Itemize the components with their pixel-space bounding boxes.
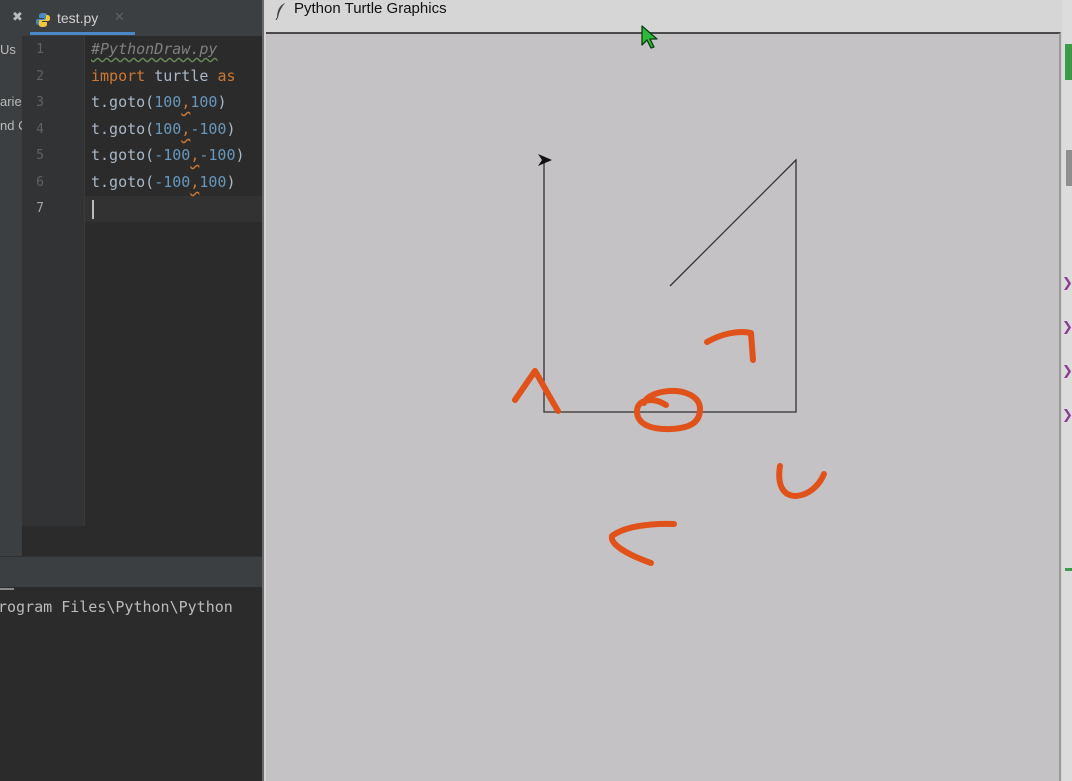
code-token: t.goto( <box>91 173 155 191</box>
code-token: ) <box>235 146 245 164</box>
line-number: 5 <box>36 148 44 163</box>
edge-glyph: ❯ <box>1062 364 1072 379</box>
edge-scrollbar[interactable] <box>1066 150 1072 186</box>
code-token: -100 <box>199 146 236 164</box>
line-number-gutter: 1 2 3 4 5 6 7 <box>22 36 85 526</box>
project-panel-edge: Us arie nd C <box>0 36 22 556</box>
code-token: turtle <box>145 67 218 85</box>
code-token: , <box>181 120 191 138</box>
project-text-fragment: nd C <box>0 118 22 133</box>
window-titlebar[interactable]: Python Turtle Graphics <box>264 0 1072 32</box>
edge-glyph: ❯ <box>1062 276 1072 291</box>
line-number: 2 <box>36 69 44 84</box>
window-title: Python Turtle Graphics <box>294 0 447 17</box>
feather-icon <box>275 3 285 20</box>
turtle-graphics-window: Python Turtle Graphics <box>262 0 1072 781</box>
annotation-arrow-down <box>776 463 827 499</box>
run-output-text: rogram Files\Python\Python <box>0 598 233 616</box>
line-number: 3 <box>36 95 44 110</box>
code-line: import turtle as <box>91 67 236 85</box>
turtle-drawing <box>512 154 827 566</box>
code-line: t.goto(100,100) <box>91 93 226 111</box>
code-token: -100 <box>190 120 227 138</box>
annotation-arrow-up-right <box>704 329 756 363</box>
code-token: 100 <box>154 93 182 111</box>
code-token: , <box>181 93 191 111</box>
turtle-path <box>543 158 797 413</box>
code-token: ) <box>217 93 227 111</box>
line-number: 7 <box>36 201 44 216</box>
code-token: t.goto( <box>91 120 155 138</box>
code-token: 100 <box>154 120 182 138</box>
annotation-arrow-up <box>512 368 561 414</box>
line-number: 6 <box>36 175 44 190</box>
edge-marker <box>1065 568 1072 571</box>
code-token: 100 <box>190 93 218 111</box>
code-token: 100 <box>199 173 227 191</box>
code-line: t.goto(100,-100) <box>91 120 236 138</box>
code-token: t.goto( <box>91 146 155 164</box>
code-token: import <box>91 67 146 85</box>
code-token: ) <box>226 120 236 138</box>
tab-test-py[interactable]: test.py ✕ <box>30 4 135 35</box>
turtle-canvas[interactable] <box>266 32 1061 781</box>
edge-indicator <box>1065 44 1072 80</box>
turtle-arrow-icon <box>538 154 552 166</box>
editor-bottom-area <box>22 526 262 556</box>
current-line-highlight <box>85 196 262 222</box>
edge-glyph: ❯ <box>1062 320 1072 335</box>
ide-window: ✖ test.py ✕ Us arie nd C 1 2 3 4 5 6 7 #… <box>0 0 262 781</box>
code-line: t.goto(-100,100) <box>91 173 236 191</box>
code-token: ) <box>226 173 236 191</box>
run-panel-header[interactable] <box>0 557 262 587</box>
edge-glyph: ❯ <box>1062 408 1072 423</box>
code-line: #PythonDraw.py <box>91 40 217 58</box>
code-token: #PythonDraw.py <box>91 40 218 58</box>
line-number: 1 <box>36 42 44 57</box>
project-text-fragment: Us <box>0 42 16 57</box>
project-text-fragment: arie <box>0 94 22 109</box>
editor-tab-bar: ✖ test.py ✕ <box>0 0 262 37</box>
run-panel-divider <box>0 588 14 590</box>
window-right-edge: ❯ ❯ ❯ ❯ <box>1062 0 1072 781</box>
tab-label: test.py <box>57 10 99 26</box>
code-token: -100 <box>154 146 191 164</box>
pin-icon[interactable]: ✖ <box>12 10 23 25</box>
code-token: -100 <box>154 173 191 191</box>
code-token: as <box>217 67 236 85</box>
annotation-arrow-left <box>608 520 677 566</box>
mouse-cursor-icon <box>641 25 658 49</box>
close-icon[interactable]: ✕ <box>114 10 125 25</box>
line-number: 4 <box>36 122 44 137</box>
text-caret <box>92 200 94 219</box>
annotation-start-circle <box>634 387 703 433</box>
code-line: t.goto(-100,-100) <box>91 146 245 164</box>
python-file-icon <box>36 13 50 27</box>
run-panel: rogram Files\Python\Python <box>0 556 262 781</box>
code-token: t.goto( <box>91 93 155 111</box>
annotation-strokes <box>512 329 827 566</box>
code-editor[interactable]: #PythonDraw.py import turtle as t.goto(1… <box>85 36 262 556</box>
